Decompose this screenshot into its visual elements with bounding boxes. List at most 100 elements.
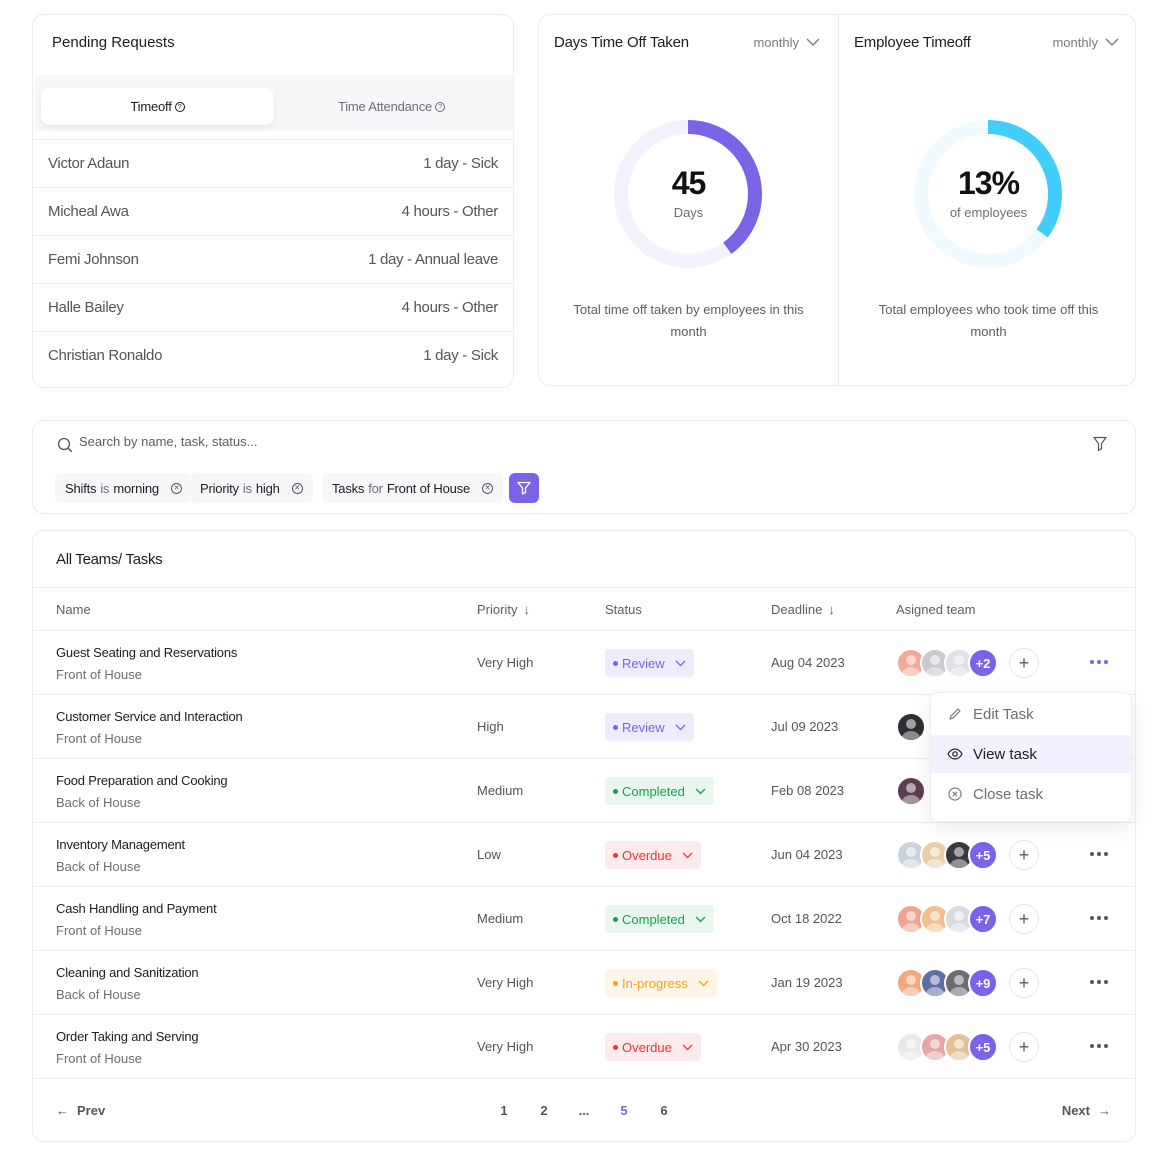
search-input[interactable] <box>79 434 679 449</box>
stats-card: Days Time Off Taken monthly 45 Days Total ti… <box>538 14 1136 386</box>
task-name[interactable]: Inventory Management <box>56 837 185 852</box>
tab-timeoff[interactable]: Timeoff? <box>41 88 274 125</box>
request-row[interactable]: Micheal Awa 4 hours - Other <box>33 187 513 235</box>
row-actions-icon[interactable] <box>1090 1044 1108 1048</box>
request-tabs: Timeoff? Time Attendance? <box>35 75 513 131</box>
page-6[interactable]: 6 <box>654 1103 674 1118</box>
request-detail: 4 hours - Other <box>401 299 499 316</box>
task-priority: Medium <box>477 783 524 798</box>
request-name: Victor Adaun <box>48 155 130 172</box>
more-members-badge[interactable]: +7 <box>968 904 998 934</box>
request-row[interactable]: Femi Johnson 1 day - Annual leave <box>33 235 513 283</box>
remove-chip-icon[interactable]: ✕ <box>291 482 303 494</box>
task-deadline: Aug 04 2023 <box>771 655 845 670</box>
period-dropdown[interactable]: monthly <box>1052 35 1119 50</box>
task-deadline: Feb 08 2023 <box>771 783 845 798</box>
assigned-team: +5 + <box>896 840 1039 870</box>
status-badge[interactable]: Completed <box>605 777 714 805</box>
row-actions-icon[interactable] <box>1090 916 1108 920</box>
row-actions-icon[interactable] <box>1090 852 1108 856</box>
filter-chip[interactable]: Shifts is morning ✕ <box>55 473 192 503</box>
pending-requests-title: Pending Requests <box>52 34 175 51</box>
table-row[interactable]: Cleaning and Sanitization Back of House Ve… <box>33 951 1135 1015</box>
avatar[interactable] <box>896 712 926 742</box>
more-members-badge[interactable]: +9 <box>968 968 998 998</box>
col-deadline[interactable]: Deadline ↓ <box>771 602 835 617</box>
row-actions-icon[interactable] <box>1090 980 1108 984</box>
table-row[interactable]: Order Taking and Serving Front of House Ve… <box>33 1015 1135 1079</box>
info-icon: ? <box>174 101 185 112</box>
sort-down-icon: ↓ <box>523 602 530 617</box>
col-priority[interactable]: Priority ↓ <box>477 602 530 617</box>
task-name[interactable]: Customer Service and Interaction <box>56 709 243 724</box>
page-2[interactable]: 2 <box>534 1103 554 1118</box>
request-row[interactable]: Halle Bailey 4 hours - Other <box>33 283 513 331</box>
status-badge[interactable]: Review <box>605 649 694 677</box>
assigned-team: +7 + <box>896 904 1039 934</box>
menu-item-view-task[interactable]: View task <box>931 735 1131 773</box>
request-row[interactable]: Christian Ronaldo 1 day - Sick <box>33 331 513 379</box>
stat-description: Total time off taken by employees in thi… <box>573 302 804 339</box>
more-members-badge[interactable]: +5 <box>968 1032 998 1062</box>
status-dot <box>613 660 618 666</box>
add-filter-button[interactable] <box>509 473 539 503</box>
table-row[interactable]: Guest Seating and Reservations Front of H… <box>33 631 1135 695</box>
employee-timeoff-stat: Employee Timeoff monthly 13% of employees To… <box>838 15 1137 385</box>
request-detail: 1 day - Annual leave <box>368 251 498 268</box>
filter-icon[interactable] <box>1093 436 1107 452</box>
next-button[interactable]: Next → <box>1062 1103 1111 1118</box>
menu-item-edit-task[interactable]: Edit Task <box>931 695 1131 733</box>
task-name[interactable]: Guest Seating and Reservations <box>56 645 237 660</box>
col-name[interactable]: Name <box>56 602 91 617</box>
request-row[interactable]: Victor Adaun 1 day - Sick <box>33 139 513 187</box>
col-status[interactable]: Status <box>605 602 642 617</box>
status-dot <box>613 916 618 922</box>
info-icon: ? <box>435 101 446 112</box>
status-dot <box>613 980 618 986</box>
filter-add-icon <box>517 481 531 495</box>
eye-icon <box>947 746 963 762</box>
status-dot <box>613 788 618 794</box>
task-name[interactable]: Order Taking and Serving <box>56 1029 199 1044</box>
filter-chip[interactable]: Tasks for Front of House ✕ <box>322 473 503 503</box>
status-badge[interactable]: Overdue <box>605 1033 701 1061</box>
task-name[interactable]: Food Preparation and Cooking <box>56 773 228 788</box>
chevron-down-icon <box>675 660 686 666</box>
status-dot <box>613 724 618 730</box>
status-badge[interactable]: Review <box>605 713 694 741</box>
add-member-button[interactable]: + <box>1009 968 1039 998</box>
row-actions-icon[interactable] <box>1090 660 1108 664</box>
more-members-badge[interactable]: +5 <box>968 840 998 870</box>
prev-button[interactable]: ← Prev <box>56 1103 105 1118</box>
task-department: Front of House <box>56 1051 142 1066</box>
table-row[interactable]: Cash Handling and Payment Front of House M… <box>33 887 1135 951</box>
task-priority: High <box>477 719 504 734</box>
task-name[interactable]: Cash Handling and Payment <box>56 901 217 916</box>
menu-item-close-task[interactable]: Close task <box>931 775 1131 813</box>
status-badge[interactable]: In-progress <box>605 969 717 997</box>
avatar[interactable] <box>896 776 926 806</box>
period-dropdown[interactable]: monthly <box>753 35 820 50</box>
page-5[interactable]: 5 <box>614 1103 634 1118</box>
add-member-button[interactable]: + <box>1009 904 1039 934</box>
status-badge[interactable]: Overdue <box>605 841 701 869</box>
request-name: Halle Bailey <box>48 299 124 316</box>
more-members-badge[interactable]: +2 <box>968 648 998 678</box>
status-badge[interactable]: Completed <box>605 905 714 933</box>
remove-chip-icon[interactable]: ✕ <box>170 482 182 494</box>
task-name[interactable]: Cleaning and Sanitization <box>56 965 199 980</box>
remove-chip-icon[interactable]: ✕ <box>482 482 493 494</box>
filter-chip[interactable]: Priority is high ✕ <box>190 473 313 503</box>
row-context-menu: Edit Task View task Close task <box>930 692 1132 822</box>
add-member-button[interactable]: + <box>1009 1032 1039 1062</box>
col-team: Asigned team <box>896 602 976 617</box>
tab-time-attendance[interactable]: Time Attendance? <box>275 88 508 125</box>
page-1[interactable]: 1 <box>494 1103 514 1118</box>
task-deadline: Jul 09 2023 <box>771 719 839 734</box>
chevron-down-icon <box>682 852 693 858</box>
table-header: Name Priority ↓ Status Deadline ↓ Asigned … <box>33 587 1135 631</box>
add-member-button[interactable]: + <box>1009 648 1039 678</box>
task-department: Front of House <box>56 731 142 746</box>
add-member-button[interactable]: + <box>1009 840 1039 870</box>
table-row[interactable]: Inventory Management Back of House Low Over… <box>33 823 1135 887</box>
